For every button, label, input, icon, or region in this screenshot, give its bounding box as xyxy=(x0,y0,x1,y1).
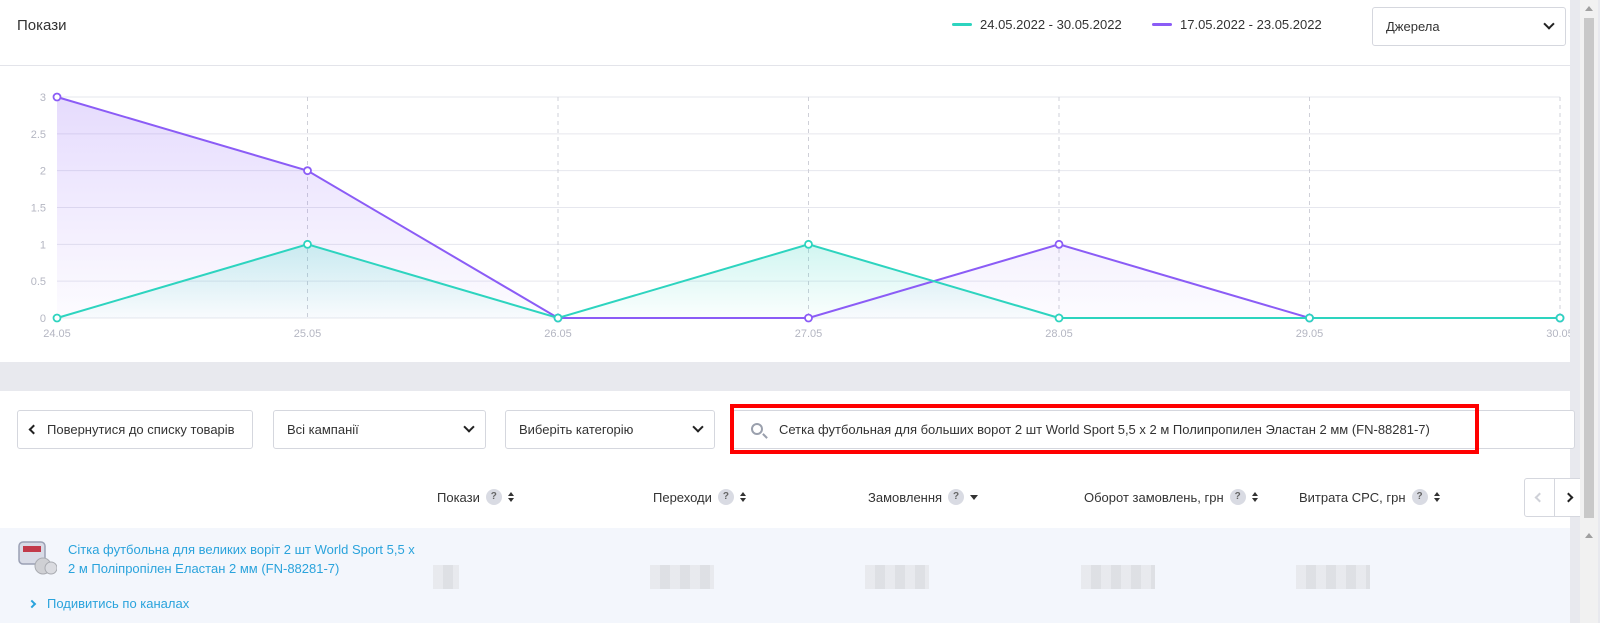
x-tick-label: 26.05 xyxy=(544,328,572,340)
back-to-products-button[interactable]: Повернутися до списку товарів xyxy=(17,410,253,449)
legend-item-current-week[interactable]: 24.05.2022 - 30.05.2022 xyxy=(952,17,1122,32)
column-header-clicks[interactable]: Переходи ? xyxy=(653,489,746,505)
impressions-panel: Покази 24.05.2022 - 30.05.2022 17.05.202… xyxy=(0,0,1570,362)
page-scrollbar[interactable] xyxy=(1580,0,1598,623)
legend-swatch-teal xyxy=(952,23,972,26)
legend-swatch-purple xyxy=(1152,23,1172,26)
column-label: Витрата CPC, грн xyxy=(1299,489,1406,505)
redacted-value xyxy=(433,565,459,589)
help-icon[interactable]: ? xyxy=(1411,489,1428,505)
legend-label: 24.05.2022 - 30.05.2022 xyxy=(980,17,1122,32)
impressions-line-chart: 0 0.5 1 1.5 2 2.5 3 24.05 25.05 26.05 27.05 28.05 29… xyxy=(31,92,1570,340)
back-button-label: Повернутися до списку товарів xyxy=(47,422,235,437)
redacted-value xyxy=(650,565,714,589)
product-thumbnail xyxy=(18,541,57,575)
pager-next-button[interactable] xyxy=(1553,479,1583,516)
channels-link-label: Подивитись по каналах xyxy=(47,596,190,611)
chevron-right-icon xyxy=(1564,492,1574,503)
data-point xyxy=(1555,313,1565,323)
help-icon[interactable]: ? xyxy=(1229,489,1246,505)
help-icon[interactable]: ? xyxy=(717,489,734,505)
data-point xyxy=(303,239,312,249)
data-point xyxy=(1054,239,1064,249)
x-tick-label: 25.05 xyxy=(294,328,322,340)
chevron-left-icon xyxy=(28,424,39,435)
view-by-channels-link[interactable]: Подивитись по каналах xyxy=(27,596,190,611)
campaign-select[interactable]: Всі кампанії xyxy=(273,410,486,449)
category-select-value: Виберіть категорію xyxy=(519,422,634,437)
y-tick-label: 2.5 xyxy=(31,129,46,141)
chevron-right-icon xyxy=(27,599,37,608)
pager-prev-button[interactable] xyxy=(1525,479,1554,516)
data-point xyxy=(52,92,62,102)
data-point xyxy=(1305,313,1314,323)
column-header-cpc-spend[interactable]: Витрата CPC, грн ? xyxy=(1299,489,1440,505)
y-tick-label: 0.5 xyxy=(31,276,46,288)
y-tick-label: 1.5 xyxy=(31,203,46,215)
data-point xyxy=(553,313,563,323)
chevron-down-icon xyxy=(463,420,475,433)
y-tick-label: 0 xyxy=(40,313,46,325)
columns-pager xyxy=(1524,478,1584,517)
x-tick-label: 24.05 xyxy=(43,328,71,340)
campaign-select-value: Всі кампанії xyxy=(287,422,359,437)
category-select[interactable]: Виберіть категорію xyxy=(505,410,715,449)
legend-item-previous-week[interactable]: 17.05.2022 - 23.05.2022 xyxy=(1152,17,1322,32)
redacted-value xyxy=(1081,565,1155,589)
sort-icon xyxy=(1251,491,1258,503)
column-label: Оборот замовлень, грн xyxy=(1084,489,1224,505)
sources-select[interactable]: Джерела xyxy=(1372,7,1566,46)
x-tick-label: 28.05 xyxy=(1045,328,1073,340)
scrollbar-thumb[interactable] xyxy=(1584,18,1594,518)
sort-desc-icon xyxy=(970,494,979,500)
column-header-order-turnover[interactable]: Оборот замовлень, грн ? xyxy=(1084,489,1258,505)
x-tick-label: 27.05 xyxy=(795,328,823,340)
data-point xyxy=(303,166,312,176)
column-label: Замовлення xyxy=(868,489,943,505)
data-point xyxy=(804,239,813,249)
panel-title: Покази xyxy=(17,17,67,34)
product-name-link[interactable]: Сітка футбольна для великих воріт 2 шт W… xyxy=(68,540,418,578)
y-tick-label: 1 xyxy=(40,239,46,251)
sources-select-value: Джерела xyxy=(1386,19,1440,34)
products-panel: Повернутися до списку товарів Всі кампан… xyxy=(0,391,1584,623)
redacted-value xyxy=(1296,565,1370,589)
sort-icon xyxy=(507,491,514,503)
column-label: Переходи xyxy=(653,489,712,505)
chevron-left-icon xyxy=(1534,492,1545,503)
data-point xyxy=(1054,313,1064,323)
help-icon[interactable]: ? xyxy=(948,489,965,505)
table-row: Сітка футбольна для великих воріт 2 шт W… xyxy=(0,528,1570,623)
sort-icon xyxy=(1433,491,1440,503)
search-highlight-frame xyxy=(730,404,1479,454)
column-header-orders[interactable]: Замовлення ? xyxy=(868,489,979,505)
x-tick-label: 29.05 xyxy=(1296,328,1324,340)
chevron-down-icon xyxy=(692,420,704,433)
help-icon[interactable]: ? xyxy=(485,489,502,505)
y-tick-label: 2 xyxy=(40,166,46,178)
chevron-down-icon xyxy=(1543,17,1555,30)
x-tick-label: 30.05 xyxy=(1546,328,1570,340)
redacted-value xyxy=(865,565,929,589)
legend-label: 17.05.2022 - 23.05.2022 xyxy=(1180,17,1322,32)
data-point xyxy=(804,313,813,323)
chart-header: Покази 24.05.2022 - 30.05.2022 17.05.202… xyxy=(0,0,1570,66)
scroll-up-arrow-icon[interactable] xyxy=(1585,6,1593,11)
y-tick-label: 3 xyxy=(40,92,46,104)
column-header-impressions[interactable]: Покази ? xyxy=(437,489,514,505)
data-point xyxy=(52,313,62,323)
scroll-up-arrow-icon[interactable] xyxy=(1585,533,1593,538)
sort-icon xyxy=(739,491,746,503)
column-label: Покази xyxy=(437,489,480,505)
